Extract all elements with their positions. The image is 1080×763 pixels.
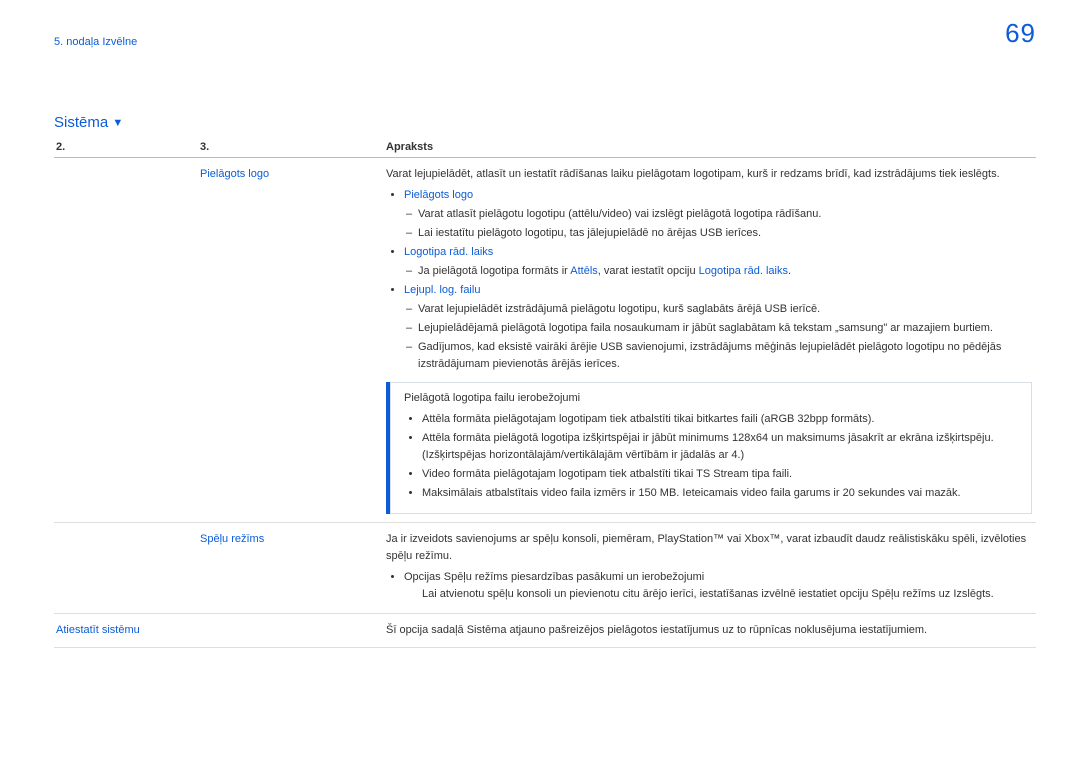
callout-item: Maksimālais atbalstītais video faila izm… xyxy=(422,485,1022,502)
breadcrumb-prefix: 5. nodaļa xyxy=(54,36,99,48)
section-title-text: Sistēma xyxy=(54,114,108,131)
option-list: Pielāgots logo Varat atlasīt pielāgotu l… xyxy=(386,187,1032,373)
option-label: Pielāgots logo xyxy=(404,189,473,201)
dash-item: Varat atlasīt pielāgotu logotipu (attēlu… xyxy=(418,206,1032,223)
option-label: Logotipa rād. laiks xyxy=(404,246,493,258)
breadcrumb: 5. nodaļa Izvēlne xyxy=(54,36,1036,48)
cell-desc: Ja ir izveidots savienojums ar spēļu kon… xyxy=(384,522,1036,613)
cell-level3: Pielāgots logo xyxy=(198,158,384,523)
row-intro: Ja ir izveidots savienojums ar spēļu kon… xyxy=(386,531,1032,565)
table-row: Pielāgots logo Varat lejupielādēt, atlas… xyxy=(54,158,1036,523)
dash-item: Lejupielādējamā pielāgotā logotipa faila… xyxy=(418,320,1032,337)
col-header-2: 2. xyxy=(54,137,198,158)
list-item: Opcijas Spēļu režīms piesardzības pasāku… xyxy=(404,569,1032,603)
section-title: Sistēma ▼ xyxy=(54,114,1036,131)
callout-box: Pielāgotā logotipa failu ierobežojumi At… xyxy=(386,382,1032,514)
text-part: Ja pielāgotā logotipa formāts ir xyxy=(418,265,570,277)
list-item: Logotipa rād. laiks Ja pielāgotā logotip… xyxy=(404,244,1032,280)
row-intro: Varat lejupielādēt, atlasīt un iestatīt … xyxy=(386,166,1032,183)
cell-desc: Varat lejupielādēt, atlasīt un iestatīt … xyxy=(384,158,1036,523)
callout-list: Attēla formāta pielāgotajam logotipam ti… xyxy=(404,411,1022,502)
cell-desc: Šī opcija sadaļā Sistēma atjauno pašreiz… xyxy=(384,613,1036,647)
cell-level2 xyxy=(54,158,198,523)
dash-item: Gadījumos, kad eksistē vairāki ārējie US… xyxy=(418,339,1032,373)
callout-title: Pielāgotā logotipa failu ierobežojumi xyxy=(404,390,1022,407)
list-item: Lejupl. log. failu Varat lejupielādēt iz… xyxy=(404,282,1032,373)
dash-list: Varat lejupielādēt izstrādājumā pielāgot… xyxy=(404,301,1032,373)
page-number: 69 xyxy=(1005,18,1036,49)
cell-level3 xyxy=(198,613,384,647)
option-label-plain: Opcijas Spēļu režīms piesardzības pasāku… xyxy=(404,571,704,583)
col-header-3: 3. xyxy=(198,137,384,158)
callout-item: Attēla formāta pielāgotajam logotipam ti… xyxy=(422,411,1022,428)
text-part: , varat iestatīt opciju xyxy=(598,265,699,277)
inline-link: Logotipa rād. laiks xyxy=(699,265,788,277)
list-item: Pielāgots logo Varat atlasīt pielāgotu l… xyxy=(404,187,1032,242)
callout-item: Video formāta pielāgotajam logotipam tie… xyxy=(422,466,1022,483)
table-row: Atiestatīt sistēmu Šī opcija sadaļā Sist… xyxy=(54,613,1036,647)
cell-level3: Spēļu režīms xyxy=(198,522,384,613)
dash-list: Varat atlasīt pielāgotu logotipu (attēlu… xyxy=(404,206,1032,242)
inline-link: Attēls xyxy=(570,265,598,277)
settings-table: 2. 3. Apraksts Pielāgots logo Varat leju… xyxy=(54,137,1036,648)
breadcrumb-title: Izvēlne xyxy=(102,36,137,48)
option-subtext: Lai atvienotu spēļu konsoli un pievienot… xyxy=(422,586,1032,603)
dash-item: Varat lejupielādēt izstrādājumā pielāgot… xyxy=(418,301,1032,318)
option-list: Opcijas Spēļu režīms piesardzības pasāku… xyxy=(386,569,1032,603)
dash-list: Ja pielāgotā logotipa formāts ir Attēls,… xyxy=(404,263,1032,280)
cell-level2 xyxy=(54,522,198,613)
callout-item: Attēla formāta pielāgotā logotipa izšķir… xyxy=(422,430,1022,464)
table-header-row: 2. 3. Apraksts xyxy=(54,137,1036,158)
document-page: 69 5. nodaļa Izvēlne Sistēma ▼ 2. 3. Apr… xyxy=(0,0,1080,763)
col-header-apraksts: Apraksts xyxy=(384,137,1036,158)
option-label: Lejupl. log. failu xyxy=(404,284,480,296)
text-part: . xyxy=(788,265,791,277)
caret-down-icon: ▼ xyxy=(112,117,123,129)
table-row: Spēļu režīms Ja ir izveidots savienojums… xyxy=(54,522,1036,613)
cell-level2: Atiestatīt sistēmu xyxy=(54,613,198,647)
dash-item: Lai iestatītu pielāgoto logotipu, tas jā… xyxy=(418,225,1032,242)
dash-item: Ja pielāgotā logotipa formāts ir Attēls,… xyxy=(418,263,1032,280)
